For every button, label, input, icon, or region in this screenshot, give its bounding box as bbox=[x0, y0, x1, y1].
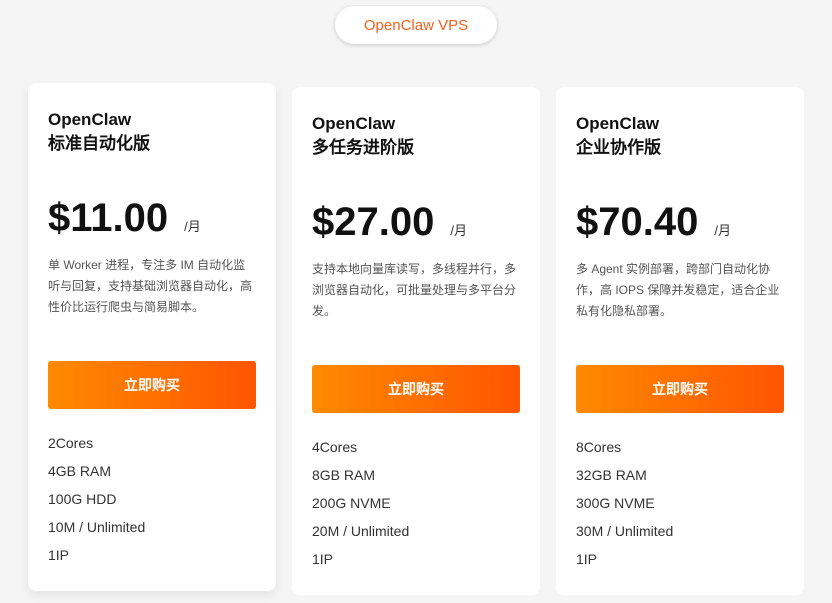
plan-name: OpenClaw多任务进阶版 bbox=[312, 112, 520, 160]
plan-brand: OpenClaw bbox=[312, 112, 520, 136]
plan-price: $27.00/月 bbox=[312, 200, 520, 245]
spec-ip: 1IP bbox=[312, 545, 520, 573]
spec-list: 4Cores 8GB RAM 200G NVME 20M / Unlimited… bbox=[312, 433, 520, 573]
plan-price: $11.00/月 bbox=[48, 196, 256, 241]
spec-list: 2Cores 4GB RAM 100G HDD 10M / Unlimited … bbox=[48, 429, 256, 569]
plan-card-enterprise: OpenClaw企业协作版 $70.40/月 多 Agent 实例部署，跨部门自… bbox=[556, 87, 804, 595]
price-unit: /月 bbox=[184, 216, 201, 235]
spec-cpu: 2Cores bbox=[48, 429, 256, 457]
price-amount: $70.40 bbox=[576, 200, 698, 245]
spec-list: 8Cores 32GB RAM 300G NVME 30M / Unlimite… bbox=[576, 433, 784, 573]
plan-description: 单 Worker 进程，专注多 IM 自动化监听与回复，支持基础浏览器自动化，高… bbox=[48, 255, 256, 339]
plan-name: OpenClaw标准自动化版 bbox=[48, 108, 256, 156]
spec-ram: 4GB RAM bbox=[48, 457, 256, 485]
spec-bandwidth: 30M / Unlimited bbox=[576, 517, 784, 545]
spec-bandwidth: 10M / Unlimited bbox=[48, 513, 256, 541]
plan-price: $70.40/月 bbox=[576, 200, 784, 245]
price-unit: /月 bbox=[450, 220, 467, 239]
buy-now-button[interactable]: 立即购买 bbox=[312, 365, 520, 413]
plan-edition: 标准自动化版 bbox=[48, 132, 256, 156]
spec-ip: 1IP bbox=[48, 541, 256, 569]
plan-card-advanced: OpenClaw多任务进阶版 $27.00/月 支持本地向量库读写，多线程并行，… bbox=[292, 87, 540, 595]
spec-disk: 100G HDD bbox=[48, 485, 256, 513]
plan-edition: 企业协作版 bbox=[576, 136, 784, 160]
spec-ram: 8GB RAM bbox=[312, 461, 520, 489]
buy-now-button[interactable]: 立即购买 bbox=[48, 361, 256, 409]
tab-openclaw-vps[interactable]: OpenClaw VPS bbox=[335, 6, 497, 44]
plan-brand: OpenClaw bbox=[576, 112, 784, 136]
spec-ram: 32GB RAM bbox=[576, 461, 784, 489]
price-amount: $27.00 bbox=[312, 200, 434, 245]
plan-edition: 多任务进阶版 bbox=[312, 136, 520, 160]
plan-brand: OpenClaw bbox=[48, 108, 256, 132]
plan-description: 多 Agent 实例部署，跨部门自动化协作，高 IOPS 保障并发稳定，适合企业… bbox=[576, 259, 784, 343]
spec-disk: 300G NVME bbox=[576, 489, 784, 517]
buy-now-button[interactable]: 立即购买 bbox=[576, 365, 784, 413]
spec-bandwidth: 20M / Unlimited bbox=[312, 517, 520, 545]
spec-ip: 1IP bbox=[576, 545, 784, 573]
spec-disk: 200G NVME bbox=[312, 489, 520, 517]
price-amount: $11.00 bbox=[48, 196, 168, 241]
spec-cpu: 4Cores bbox=[312, 433, 520, 461]
plan-description: 支持本地向量库读写，多线程并行，多浏览器自动化，可批量处理与多平台分发。 bbox=[312, 259, 520, 343]
spec-cpu: 8Cores bbox=[576, 433, 784, 461]
price-unit: /月 bbox=[714, 220, 731, 239]
plan-card-standard: OpenClaw标准自动化版 $11.00/月 单 Worker 进程，专注多 … bbox=[28, 83, 276, 591]
plan-name: OpenClaw企业协作版 bbox=[576, 112, 784, 160]
